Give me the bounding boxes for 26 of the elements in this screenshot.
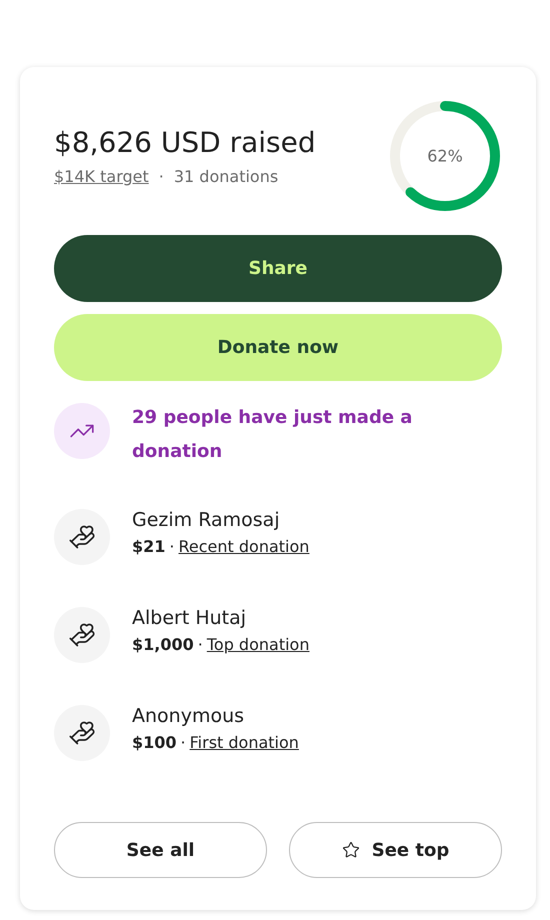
separator: ·	[169, 537, 174, 556]
donation-type-link[interactable]: First donation	[190, 733, 299, 752]
donation-amount: $21	[132, 537, 166, 556]
donation-type-link[interactable]: Top donation	[206, 635, 310, 654]
hand-heart-icon	[68, 621, 96, 649]
donate-button[interactable]: Donate now	[54, 314, 502, 381]
donation-amount: $1,000	[132, 635, 194, 654]
hand-heart-icon	[68, 719, 96, 747]
trend-message: 29 people have just made a donation	[132, 406, 414, 464]
progress-percent: 62%	[427, 146, 463, 166]
donation-count: 31 donations	[174, 167, 278, 186]
target-link[interactable]: $14K target	[54, 167, 149, 186]
donation-amount: $100	[132, 733, 177, 752]
see-top-button[interactable]: See top	[289, 822, 502, 878]
star-icon	[342, 841, 360, 859]
separator: ·	[198, 635, 203, 654]
donation-type-link[interactable]: Recent donation	[178, 537, 310, 556]
share-button[interactable]: Share	[54, 235, 502, 302]
separator: ·	[180, 733, 186, 752]
raised-amount: $8,626 USD raised	[54, 126, 316, 159]
separator: ·	[158, 167, 164, 186]
donor-name: Anonymous	[132, 705, 246, 727]
see-all-button[interactable]: See all	[54, 822, 267, 878]
donor-name: Gezim Ramosaj	[132, 509, 281, 531]
hand-heart-icon	[68, 523, 96, 551]
donor-name: Albert Hutaj	[132, 607, 248, 629]
